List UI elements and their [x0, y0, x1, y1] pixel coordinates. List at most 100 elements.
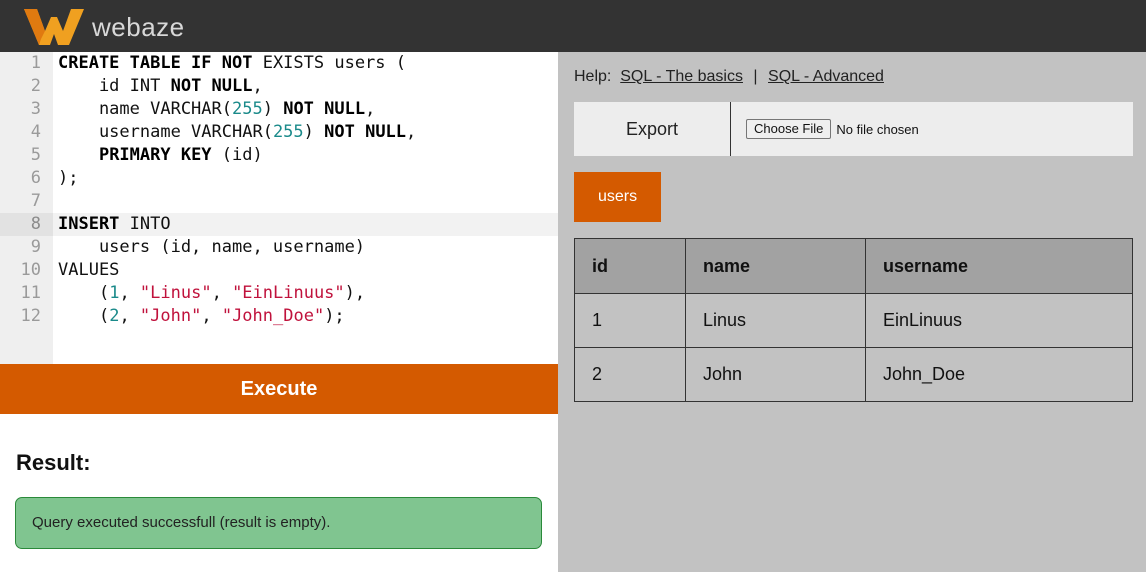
code-token: (: [58, 306, 110, 326]
code-token: ): [262, 99, 284, 119]
code-text: (2, "John", "John_Doe");: [58, 305, 345, 328]
choose-file-button[interactable]: Choose File: [746, 119, 832, 139]
code-line[interactable]: 3 name VARCHAR(255) NOT NULL,: [0, 98, 558, 121]
code-token: "John_Doe": [221, 306, 325, 326]
code-line[interactable]: 10 VALUES: [0, 259, 558, 282]
code-token: NOT NULL: [170, 76, 253, 96]
table-row: 1 Linus EinLinuus: [574, 293, 1133, 348]
code-token: NOT NULL: [324, 122, 407, 142]
column-header-name[interactable]: name: [685, 238, 866, 294]
code-text: (1, "Linus", "EinLinuus"),: [58, 282, 365, 305]
result-heading: Result:: [16, 450, 91, 475]
export-button[interactable]: Export: [574, 102, 731, 156]
top-bar: webaze: [0, 0, 1146, 52]
code-line[interactable]: 1 CREATE TABLE IF NOT EXISTS users (: [0, 52, 558, 75]
code-token: ,: [201, 306, 222, 326]
code-token: "John": [139, 306, 202, 326]
code-token: users (id, name, username): [58, 237, 366, 257]
cell-username: EinLinuus: [865, 293, 1133, 348]
code-line[interactable]: 4 username VARCHAR(255) NOT NULL,: [0, 121, 558, 144]
cell-name: John: [685, 347, 866, 402]
code-token: ,: [406, 122, 417, 142]
cell-username: John_Doe: [865, 347, 1133, 402]
editor-panel: 1 CREATE TABLE IF NOT EXISTS users (2 id …: [0, 52, 558, 572]
line-number: 1: [30, 53, 41, 73]
code-token: (id): [211, 145, 263, 165]
code-token: name VARCHAR(: [58, 99, 232, 119]
sql-editor[interactable]: 1 CREATE TABLE IF NOT EXISTS users (2 id …: [0, 52, 558, 364]
line-number: 10: [20, 260, 41, 280]
code-text: INSERT INTO: [58, 213, 171, 236]
code-token: );: [58, 168, 79, 188]
line-number: 9: [30, 237, 41, 257]
code-token: "EinLinuus": [232, 283, 345, 303]
code-token: 255: [272, 122, 304, 142]
code-line[interactable]: 11 (1, "Linus", "EinLinuus"),: [0, 282, 558, 305]
code-line[interactable]: 5 PRIMARY KEY (id): [0, 144, 558, 167]
code-token: ,: [211, 283, 233, 303]
code-text: username VARCHAR(255) NOT NULL,: [58, 121, 416, 144]
code-text: CREATE TABLE IF NOT EXISTS users (: [58, 52, 406, 75]
help-label: Help:: [574, 68, 612, 85]
code-line[interactable]: 12 (2, "John", "John_Doe");: [0, 305, 558, 328]
code-line[interactable]: 7: [0, 190, 558, 213]
column-header-username[interactable]: username: [865, 238, 1133, 294]
code-token: VALUES: [58, 260, 120, 280]
code-line[interactable]: 8 INSERT INTO: [0, 213, 558, 236]
line-number: 6: [30, 168, 41, 188]
code-token: 1: [109, 283, 120, 303]
code-token: );: [324, 306, 345, 326]
cell-id: 1: [574, 293, 686, 348]
table-row: 2 John John_Doe: [574, 347, 1133, 402]
cell-id: 2: [574, 347, 686, 402]
code-text: PRIMARY KEY (id): [58, 144, 263, 167]
database-panel: Help: SQL - The basics | SQL - Advanced …: [558, 52, 1146, 572]
file-input[interactable]: Choose File No file chosen: [746, 119, 919, 139]
code-token: INSERT: [58, 214, 120, 234]
code-text: id INT NOT NULL,: [58, 75, 263, 98]
code-token: INTO: [119, 214, 171, 234]
code-token: PRIMARY KEY: [98, 145, 212, 165]
code-token: ): [303, 122, 325, 142]
code-token: 2: [109, 306, 120, 326]
execute-button[interactable]: Execute: [0, 364, 558, 414]
line-number: 12: [20, 306, 41, 326]
line-number: 2: [30, 76, 41, 96]
sql-basics-link[interactable]: SQL - The basics: [620, 68, 743, 85]
code-token: NOT NULL: [283, 99, 366, 119]
export-bar: Export Choose File No file chosen: [574, 102, 1133, 156]
file-status-text: No file chosen: [836, 121, 919, 137]
code-token: ),: [344, 283, 366, 303]
webaze-logo-icon: [24, 9, 84, 45]
line-number: 11: [20, 283, 41, 303]
help-links: Help: SQL - The basics | SQL - Advanced: [574, 68, 884, 86]
code-token: CREATE TABLE IF NOT: [58, 53, 253, 73]
code-token: ,: [119, 283, 140, 303]
line-number: 8: [0, 213, 53, 236]
line-number: 5: [30, 145, 41, 165]
code-token: username VARCHAR(: [58, 122, 273, 142]
code-token: ,: [119, 306, 140, 326]
code-token: "Linus": [139, 283, 212, 303]
code-token: ,: [365, 99, 376, 119]
code-token: EXISTS users (: [252, 53, 406, 73]
code-text: name VARCHAR(255) NOT NULL,: [58, 98, 375, 121]
sql-advanced-link[interactable]: SQL - Advanced: [768, 68, 884, 85]
code-token: ,: [252, 76, 263, 96]
column-header-id[interactable]: id: [574, 238, 686, 294]
line-number: 7: [30, 191, 41, 211]
code-line[interactable]: 6);: [0, 167, 558, 190]
cell-name: Linus: [685, 293, 866, 348]
line-number: 3: [30, 99, 41, 119]
code-token: (: [58, 283, 110, 303]
table-tab-users[interactable]: users: [574, 172, 661, 222]
code-line[interactable]: 9 users (id, name, username): [0, 236, 558, 259]
table-header-row: id name username: [574, 238, 1133, 294]
result-message: Query executed successfull (result is em…: [15, 497, 542, 549]
brand-name: webaze: [92, 11, 185, 42]
code-token: 255: [232, 99, 263, 119]
code-text: users (id, name, username): [58, 236, 365, 259]
logo[interactable]: webaze: [24, 9, 185, 45]
code-line[interactable]: 2 id INT NOT NULL,: [0, 75, 558, 98]
